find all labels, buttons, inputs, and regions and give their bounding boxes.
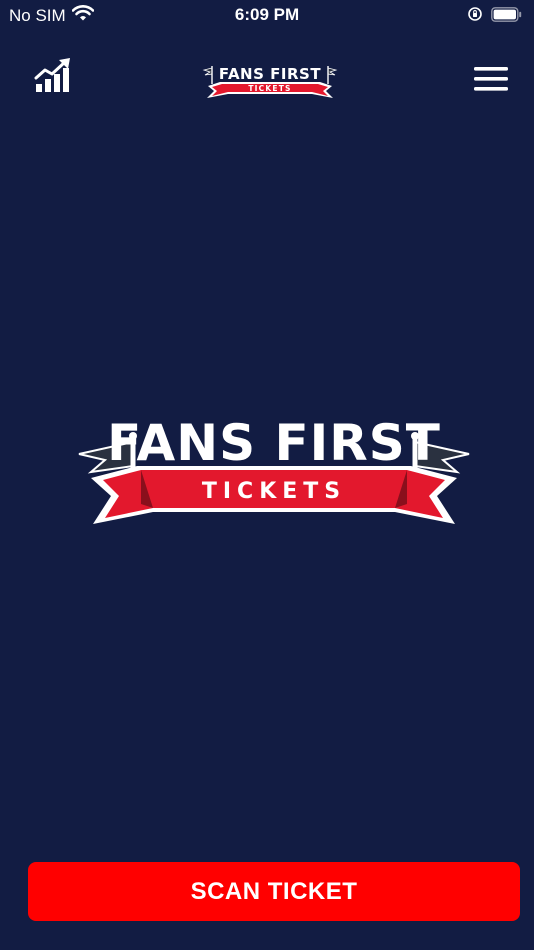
menu-button[interactable]	[474, 66, 508, 92]
status-bar: No SIM 6:09 PM	[0, 0, 534, 30]
status-time: 6:09 PM	[234, 5, 300, 24]
status-right	[467, 6, 522, 27]
nav-bar: FANS FIRST TICKETS	[0, 50, 534, 110]
nav-logo: FANS FIRST TICKETS	[200, 58, 340, 102]
battery-icon	[491, 6, 522, 27]
hero-logo-subtitle: TICKETS	[202, 479, 346, 504]
nav-logo-title: FANS FIRST	[219, 65, 321, 83]
hamburger-menu-icon	[474, 67, 508, 91]
nav-logo-subtitle: TICKETS	[248, 84, 291, 93]
scan-ticket-button[interactable]: SCAN TICKET	[28, 862, 520, 921]
stats-button[interactable]	[34, 56, 74, 94]
hero-logo: FANS FIRST TICKETS	[77, 408, 471, 530]
chart-growth-icon	[34, 58, 70, 92]
orientation-lock-icon	[467, 6, 483, 27]
hero-logo-title: FANS FIRST	[107, 414, 441, 472]
